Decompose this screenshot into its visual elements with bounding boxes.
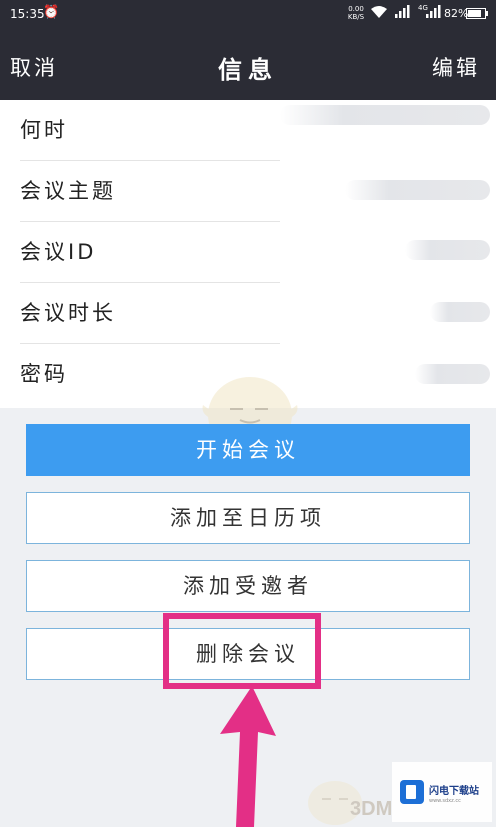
status-bar: 15:35 ⏰ 0.00 KB/S 4G 82% xyxy=(0,0,496,30)
site-url: www.sdxz.cc xyxy=(429,798,461,804)
battery-percent: 82% xyxy=(444,7,469,20)
start-meeting-button[interactable]: 开始会议 xyxy=(26,424,470,476)
battery-tip xyxy=(486,11,488,16)
network-speed-value: 0.00 xyxy=(348,5,364,13)
highlight-box xyxy=(163,613,321,689)
field-value-blurred xyxy=(405,240,490,260)
network-speed-unit: KB/S xyxy=(347,13,365,21)
navigation-bar: 取消 信息 编辑 xyxy=(0,30,496,100)
field-meeting-id: 会议ID xyxy=(20,222,280,283)
edit-button[interactable]: 编辑 xyxy=(432,52,480,82)
field-label: 何时 xyxy=(20,118,68,142)
field-label: 密码 xyxy=(20,362,68,386)
site-name: 闪电下载站 xyxy=(429,786,479,797)
field-when: 何时 xyxy=(20,100,280,161)
site-logo-icon xyxy=(400,780,424,804)
field-label: 会议时长 xyxy=(20,301,116,325)
meeting-info-list: 何时 会议主题 会议ID 会议时长 密码 xyxy=(0,100,496,408)
field-value-blurred xyxy=(415,364,490,384)
status-time: 15:35 xyxy=(10,7,45,21)
site-logo-watermark: 闪电下载站 www.sdxz.cc xyxy=(392,762,492,822)
field-meeting-duration: 会议时长 xyxy=(20,283,280,344)
field-label: 会议主题 xyxy=(20,179,116,203)
field-meeting-topic: 会议主题 xyxy=(20,161,280,222)
signal-icon xyxy=(394,5,410,22)
brand-watermark: 3DM xyxy=(350,798,393,820)
add-invitees-button[interactable]: 添加受邀者 xyxy=(26,560,470,612)
field-value-blurred xyxy=(280,105,490,125)
alarm-clock-icon: ⏰ xyxy=(43,5,60,20)
signal-icon xyxy=(425,5,441,22)
page-title: 信息 xyxy=(218,56,278,84)
pointer-arrow-icon xyxy=(220,686,276,827)
field-label: 会议ID xyxy=(20,240,97,264)
field-value-blurred xyxy=(430,302,490,322)
battery-level-fill xyxy=(468,10,482,17)
field-value-blurred xyxy=(345,180,490,200)
wifi-icon xyxy=(370,5,388,23)
battery-icon xyxy=(466,8,486,19)
add-to-calendar-button[interactable]: 添加至日历项 xyxy=(26,492,470,544)
network-speed: 0.00 KB/S xyxy=(347,5,365,21)
